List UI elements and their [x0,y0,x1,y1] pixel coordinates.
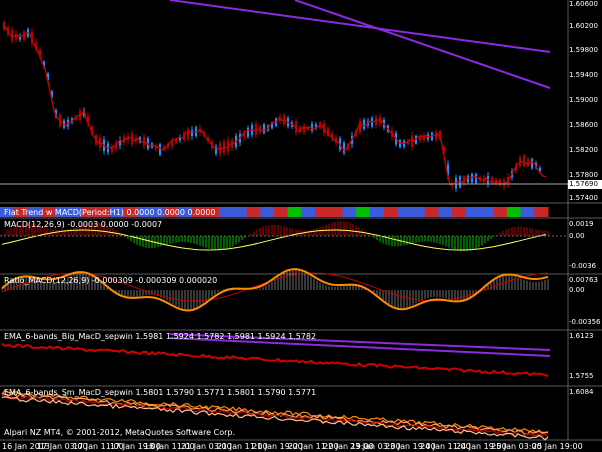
flat-trend-segment [232,207,248,217]
candle [311,123,313,131]
flat-trend-segment [465,207,480,217]
price-tick: 1.58600 [569,121,598,129]
candle [467,175,469,183]
flat-trend-segment [493,207,508,217]
macd-scale-bottom: -0.0036 [569,262,597,270]
current-price-tag: 1.57690 [568,180,602,189]
macd-scale-zero: 0.00 [569,232,585,240]
flat-trend-segment [369,207,385,217]
ema-big-scale-top: 1.6123 [569,332,594,340]
price-tick: 1.57800 [569,171,598,179]
ratio-scale-top: 0.00763 [569,276,598,284]
candle [187,129,189,140]
flat-trend-segment [301,207,316,217]
flat-trend-segment [520,207,535,217]
macd-scale-top: 0.0019 [569,220,594,228]
macd-label: MACD(12,26,9) -0.0003 0.0000 -0.0007 [4,220,163,229]
flat-trend-segment [534,207,549,217]
ema-big-price-line [1,343,549,378]
candle [399,140,401,148]
price-tick: 1.60600 [569,0,598,8]
ema-big-label: EMA_6-bands_Big_MacD_sepwin 1.5981 1.592… [4,332,317,341]
candle [143,136,145,147]
candle [523,155,525,167]
flat-trend-segment [246,207,261,217]
flat-trend-segment [287,207,302,217]
candle [15,33,17,40]
flat-trend-segment [506,207,522,217]
ema-band-upper [169,0,551,53]
flat-trend-segment [424,207,439,217]
flat-trend-segment [383,207,398,217]
flat-trend-segment [274,207,289,217]
flat-trend-segment [342,207,357,217]
price-tick: 1.57400 [569,194,598,202]
price-tick: 1.58200 [569,146,598,154]
ema-small-label: EMA_6-bands_Sm_MacD_sepwin 1.5801 1.5790… [4,388,317,397]
copyright-text: Alpari NZ MT4, © 2001-2012, MetaQuotes S… [4,428,236,437]
flat-trend-segment [411,207,426,217]
ema-small-scale-top: 1.6084 [569,388,594,396]
flat-trend-segment [452,207,467,217]
candle [247,127,249,137]
candle [531,159,533,169]
flat-trend-label: Flat Trend w MACD(Period:H1) 0.0000 0.00… [4,208,216,217]
flat-trend-segment [328,207,343,217]
flat-trend-segment [479,207,494,217]
price-tick: 1.59800 [569,46,598,54]
flat-trend-segment [260,207,275,217]
ratio-scale-bottom: -0.00356 [569,318,601,326]
ratio-scale-zero: 0.00 [569,286,585,294]
time-tick: 25 Jan 19:00 [532,442,583,451]
candle [231,140,233,148]
flat-trend-segment [219,207,234,217]
candle [191,129,193,137]
flat-trend-segment [356,207,371,217]
price-tick: 1.59000 [569,96,598,104]
candle [363,119,365,129]
candle [411,135,413,148]
candle [263,124,265,134]
price-tick: 1.60200 [569,22,598,30]
candle [475,173,477,184]
ratio-macd-label: Ratio_MACD(12,26,9) -0.000309 -0.000309 … [4,276,218,285]
flat-trend-segment [397,207,412,217]
flat-trend-segment [438,207,453,217]
price-tick: 1.59400 [569,71,598,79]
flat-trend-segment [315,207,330,217]
ema-big-scale-bottom: 1.5755 [569,372,594,380]
moving-average-line [2,24,547,186]
ema-band-lower [294,0,551,89]
